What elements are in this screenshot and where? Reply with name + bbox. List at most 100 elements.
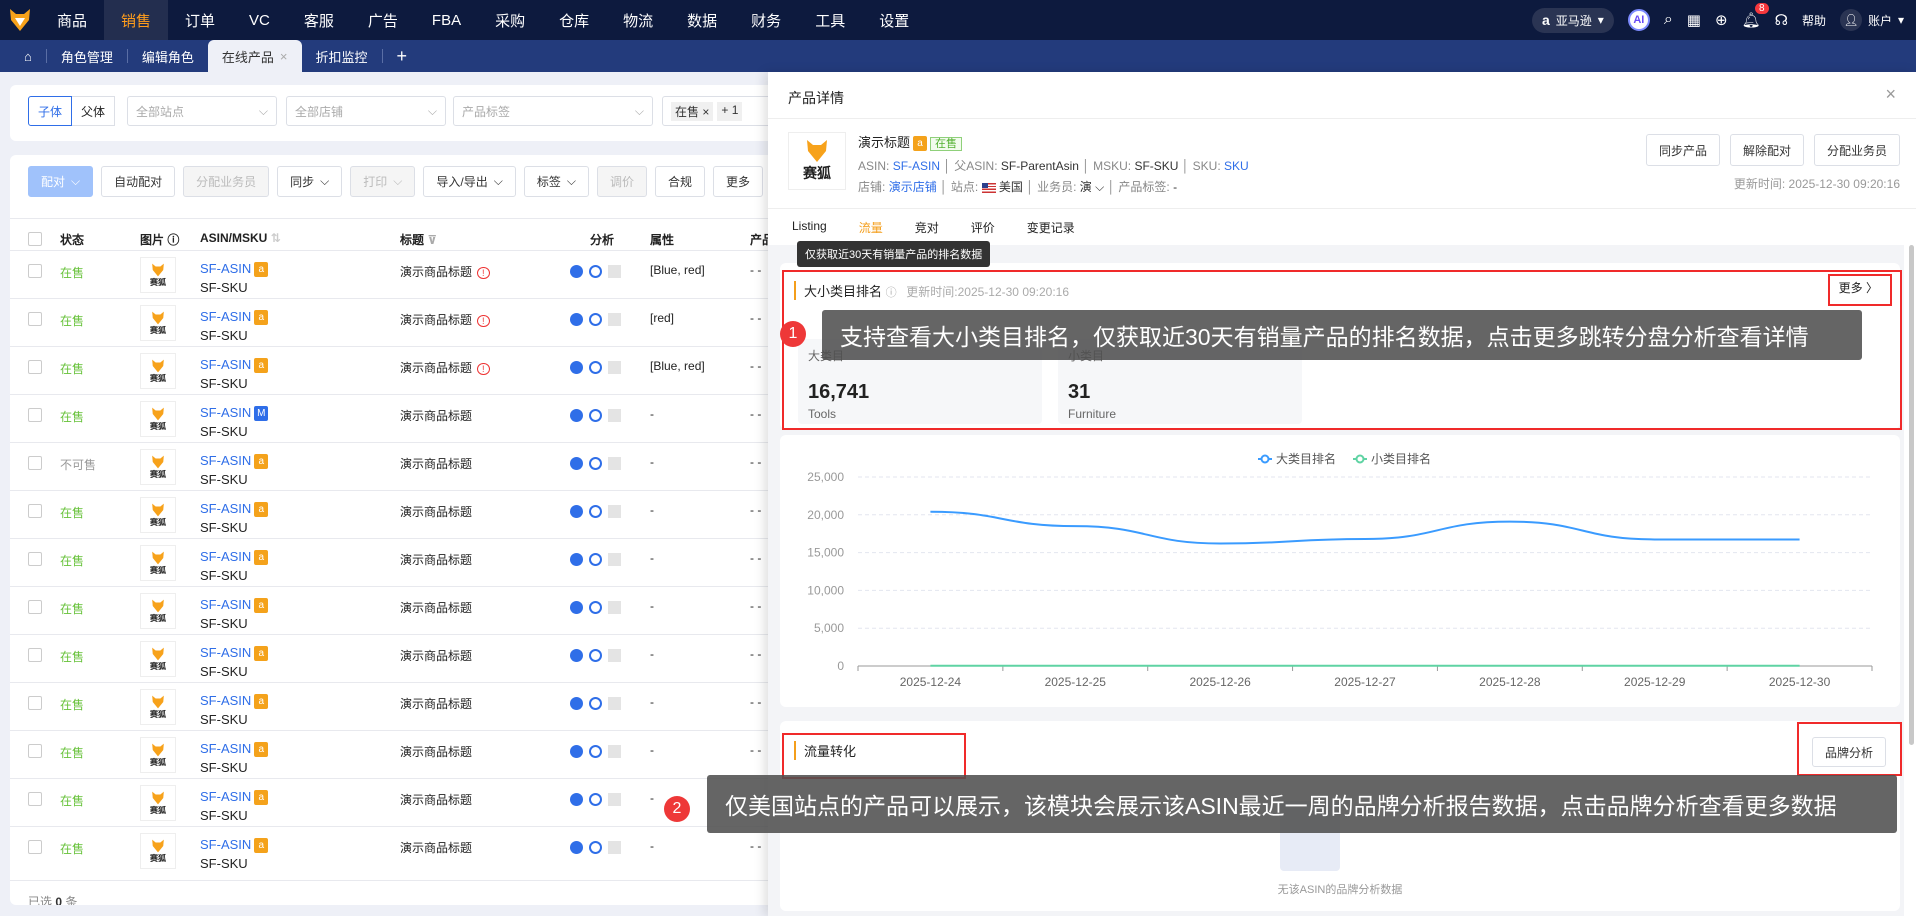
legend-label[interactable]: 小类目排名 — [1371, 451, 1431, 466]
toolbar-button[interactable]: 标签 ⌵ — [523, 166, 589, 197]
pie-chart-icon[interactable] — [570, 601, 583, 615]
trend-icon[interactable] — [608, 601, 621, 615]
product-thumbnail[interactable]: 赛狐 — [140, 257, 176, 293]
table-row[interactable]: 在售 赛狐 SF-ASIN a SF-SKU 演示商品标题! [Blue, red] - - — [10, 250, 790, 298]
trend-icon[interactable] — [608, 649, 621, 663]
row-checkbox[interactable] — [28, 312, 42, 326]
asin-link[interactable]: SF-ASIN — [200, 597, 251, 612]
platform-selector[interactable]: a 亚马逊 ▾ — [1531, 7, 1614, 33]
traffic-icon[interactable] — [589, 505, 602, 519]
product-thumbnail[interactable]: 赛狐 — [140, 593, 176, 629]
table-row[interactable]: 在售赛狐 SF-ASINa SF-SKU 演示商品标题 - - - — [10, 538, 790, 586]
sku-link[interactable]: SKU — [1224, 159, 1249, 173]
pie-chart-icon[interactable] — [570, 265, 583, 279]
traffic-icon[interactable] — [589, 841, 602, 855]
pie-chart-icon[interactable] — [570, 409, 583, 423]
pie-chart-icon[interactable] — [570, 793, 583, 807]
nav-item[interactable]: FBA — [415, 0, 478, 40]
table-row[interactable]: 在售赛狐 SF-ASINa SF-SKU 演示商品标题 - - - — [10, 826, 790, 874]
product-thumbnail[interactable]: 赛狐 — [140, 689, 176, 725]
help-icon[interactable]: ⓘ — [167, 233, 179, 247]
product-thumbnail[interactable]: 赛狐 — [140, 833, 176, 869]
asin-link[interactable]: SF-ASIN — [200, 501, 251, 516]
traffic-icon[interactable] — [589, 553, 602, 567]
salesperson-select[interactable]: 演 ⌵ — [1080, 180, 1104, 194]
ai-button[interactable]: AI — [1627, 9, 1650, 31]
trend-icon[interactable] — [608, 553, 621, 567]
row-checkbox[interactable] — [28, 552, 42, 566]
asin-link[interactable]: SF-ASIN — [200, 261, 251, 276]
tab-discount-monitor[interactable]: 折扣监控 — [302, 40, 382, 72]
shop-link[interactable]: 演示店铺 — [889, 180, 937, 194]
nav-item[interactable]: 数据 — [670, 0, 734, 40]
table-row[interactable]: 不可售 赛狐 SF-ASIN a SF-SKU 演示商品标题 - - - — [10, 442, 790, 490]
row-checkbox[interactable] — [28, 792, 42, 806]
nav-item[interactable]: 销售 — [104, 0, 169, 40]
logo-icon[interactable] — [0, 0, 40, 40]
row-checkbox[interactable] — [28, 648, 42, 662]
bell-icon[interactable]: 🔔︎ 8 — [1742, 3, 1769, 29]
assign-salesperson-button[interactable]: 分配业务员 — [1813, 134, 1900, 166]
nav-item[interactable]: 订单 — [168, 0, 232, 40]
asin-link[interactable]: SF-ASIN — [200, 309, 251, 324]
product-thumbnail[interactable]: 赛狐 — [140, 449, 176, 485]
nav-item[interactable]: 财务 — [734, 0, 798, 40]
unpair-button[interactable]: 解除配对 — [1729, 134, 1804, 166]
traffic-icon[interactable] — [589, 697, 602, 711]
headset-icon[interactable]: ☊ — [1775, 11, 1788, 29]
product-thumbnail[interactable]: 赛狐 — [140, 737, 176, 773]
nav-item[interactable]: 客服 — [287, 0, 351, 40]
table-row[interactable]: 在售 赛狐 SF-ASIN a SF-SKU 演示商品标题! [red] - - — [10, 298, 790, 346]
nav-item[interactable]: 商品 — [40, 0, 104, 40]
table-row[interactable]: 在售赛狐 SF-ASINa SF-SKU 演示商品标题 - - - — [10, 586, 790, 634]
trend-icon[interactable] — [608, 457, 621, 471]
trend-icon[interactable] — [608, 361, 621, 375]
sort-icon[interactable]: ⇅ — [271, 231, 281, 245]
traffic-icon[interactable] — [589, 361, 602, 375]
nav-item[interactable]: 工具 — [798, 0, 862, 40]
row-checkbox[interactable] — [28, 456, 42, 470]
asin-link[interactable]: SF-ASIN — [200, 405, 251, 420]
asin-link[interactable]: SF-ASIN — [200, 645, 251, 660]
product-thumbnail[interactable]: 赛狐 — [140, 641, 176, 677]
tab-role-management[interactable]: 角色管理 — [47, 40, 127, 72]
nav-item[interactable]: 广告 — [351, 0, 415, 40]
row-checkbox[interactable] — [28, 408, 42, 422]
traffic-icon[interactable] — [589, 601, 602, 615]
asin-link[interactable]: SF-ASIN — [893, 159, 940, 173]
trend-icon[interactable] — [608, 793, 621, 807]
select-all-checkbox[interactable] — [28, 232, 42, 246]
close-icon[interactable]: × — [280, 49, 288, 64]
asin-link[interactable]: SF-ASIN — [200, 453, 251, 468]
row-checkbox[interactable] — [28, 744, 42, 758]
traffic-icon[interactable] — [589, 793, 602, 807]
trend-icon[interactable] — [608, 745, 621, 759]
table-row[interactable]: 在售赛狐 SF-ASINa SF-SKU 演示商品标题 - - - — [10, 490, 790, 538]
table-row[interactable]: 在售 赛狐 SF-ASIN M SF-SKU 演示商品标题 - - - — [10, 394, 790, 442]
pie-chart-icon[interactable] — [570, 505, 583, 519]
traffic-icon[interactable] — [589, 745, 602, 759]
search-icon[interactable]: ⌕ — [1664, 11, 1673, 29]
pie-chart-icon[interactable] — [570, 841, 583, 855]
table-row[interactable]: 在售赛狐 SF-ASINa SF-SKU 演示商品标题 - - - — [10, 634, 790, 682]
pie-chart-icon[interactable] — [570, 697, 583, 711]
toolbar-button[interactable]: 更多 — [713, 166, 764, 197]
pie-chart-icon[interactable] — [570, 553, 583, 567]
header-asin[interactable]: ASIN/MSKU ⇅ — [200, 231, 281, 245]
legend-label[interactable]: 大类目排名 — [1276, 451, 1336, 466]
pie-chart-icon[interactable] — [570, 361, 583, 375]
warning-icon[interactable]: ! — [477, 363, 490, 375]
trend-icon[interactable] — [608, 265, 621, 279]
row-checkbox[interactable] — [28, 696, 42, 710]
trend-icon[interactable] — [608, 505, 621, 519]
toolbar-button[interactable]: 自动配对 — [101, 166, 176, 197]
toolbar-button[interactable]: 调价 — [596, 166, 647, 197]
row-checkbox[interactable] — [28, 264, 42, 278]
pie-chart-icon[interactable] — [570, 649, 583, 663]
nav-item[interactable]: VC — [232, 0, 287, 40]
row-checkbox[interactable] — [28, 840, 42, 854]
tab-edit-role[interactable]: 编辑角色 — [128, 40, 208, 72]
toolbar-button[interactable]: 合规 — [655, 166, 706, 197]
shop-select[interactable]: 全部店铺 ⌵ — [286, 96, 446, 126]
traffic-icon[interactable] — [589, 265, 602, 279]
